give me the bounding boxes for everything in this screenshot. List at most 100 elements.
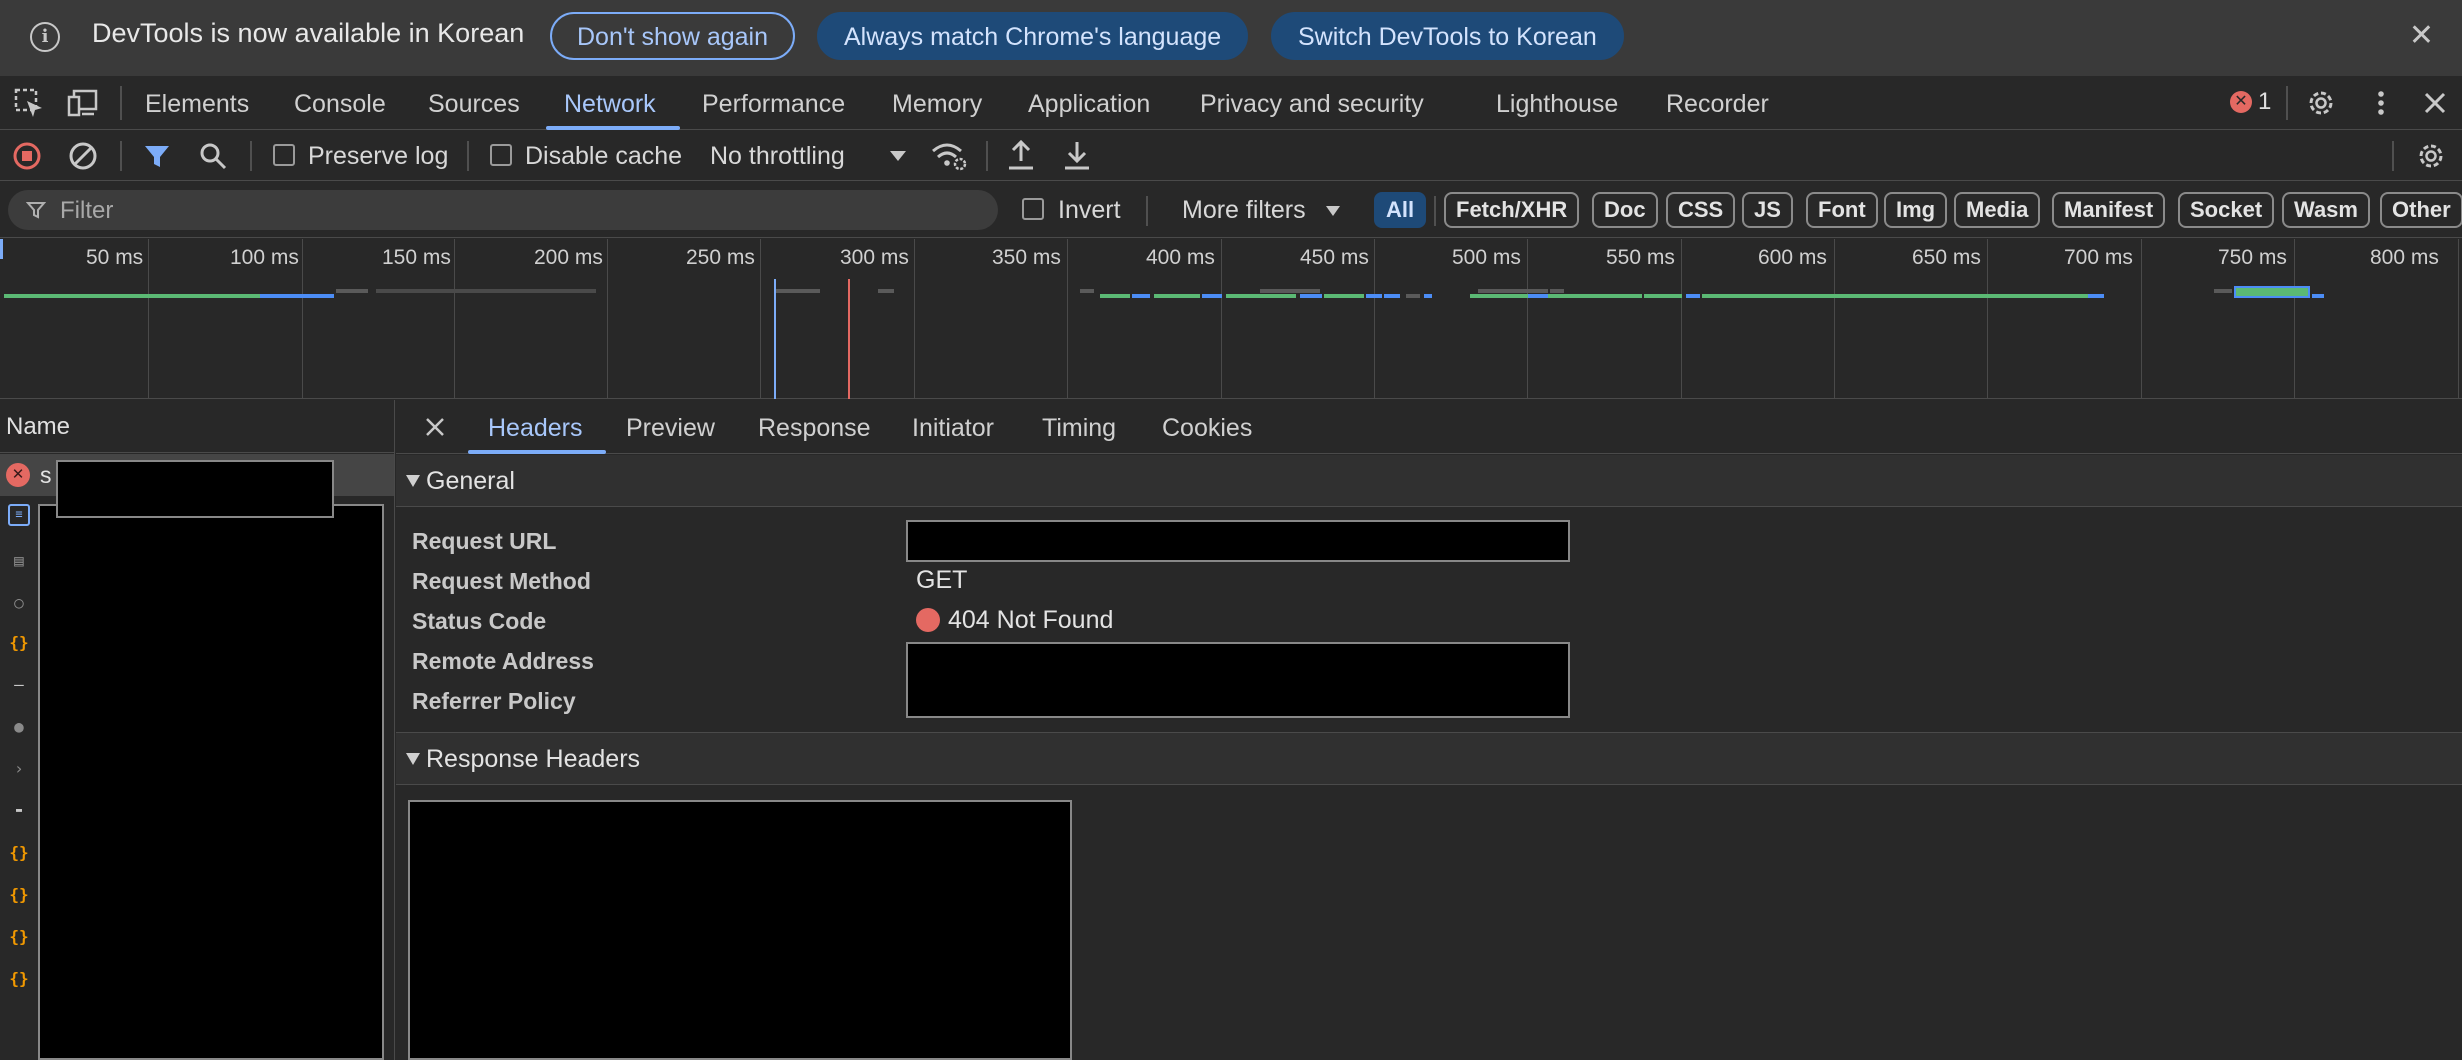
filter-chip-css[interactable]: CSS — [1666, 192, 1736, 228]
waterfall-bar — [1260, 289, 1320, 293]
close-details-icon[interactable] — [424, 416, 446, 438]
stop-recording-icon[interactable] — [12, 141, 42, 171]
tab-application[interactable]: Application — [1028, 90, 1150, 119]
waterfall-bar — [336, 289, 368, 293]
tab-memory[interactable]: Memory — [892, 90, 982, 119]
invert-checkbox[interactable] — [1022, 198, 1044, 220]
grid-line — [914, 239, 915, 399]
more-options-icon[interactable] — [2364, 86, 2398, 120]
toolbar-separator — [2392, 141, 2394, 171]
dont-show-again-button[interactable]: Don't show again — [550, 12, 796, 60]
expand-triangle-icon — [406, 753, 420, 765]
error-count: 1 — [2258, 88, 2272, 115]
tab-console[interactable]: Console — [294, 90, 386, 119]
settings-gear-icon[interactable] — [2304, 86, 2338, 120]
waterfall-bar — [1300, 294, 1322, 298]
error-counter[interactable]: ✕ 1 — [2230, 88, 2271, 116]
filter-chip-media[interactable]: Media — [1954, 192, 2041, 228]
name-column-header[interactable]: Name — [0, 400, 395, 453]
filter-chip-js[interactable]: JS — [1742, 192, 1793, 228]
filter-chip-img[interactable]: Img — [1884, 192, 1948, 228]
always-match-language-button[interactable]: Always match Chrome's language — [817, 12, 1249, 60]
inspect-element-icon[interactable] — [12, 86, 46, 120]
tab-recorder[interactable]: Recorder — [1666, 90, 1769, 119]
waterfall-bar — [4, 294, 260, 298]
expand-triangle-icon — [406, 475, 420, 487]
chevron-down-icon[interactable] — [1324, 204, 1342, 218]
chevron-down-icon[interactable] — [888, 149, 908, 163]
tick-label: 400 ms — [1146, 246, 1215, 269]
filter-bar: Filter Invert More filters All Fetch/XHR… — [0, 182, 2462, 238]
toolbar-separator — [986, 141, 988, 171]
network-conditions-icon[interactable] — [930, 139, 968, 173]
request-method-label: Request Method — [412, 568, 591, 594]
tab-lighthouse[interactable]: Lighthouse — [1496, 90, 1618, 119]
filter-chip-doc[interactable]: Doc — [1592, 192, 1658, 228]
throttling-select[interactable]: No throttling — [710, 142, 845, 171]
filter-chip-wasm[interactable]: Wasm — [2282, 192, 2370, 228]
tab-privacy-and-security[interactable]: Privacy and security — [1200, 90, 1424, 119]
name-column-label: Name — [6, 413, 71, 440]
filter-chip-other[interactable]: Other — [2380, 192, 2462, 228]
filter-chip-font[interactable]: Font — [1806, 192, 1878, 228]
search-icon[interactable] — [198, 141, 228, 171]
filter-funnel-icon — [26, 202, 46, 219]
network-settings-icon[interactable] — [2414, 139, 2448, 173]
tab-preview[interactable]: Preview — [626, 414, 715, 443]
tab-timing[interactable]: Timing — [1042, 414, 1116, 443]
tab-response[interactable]: Response — [758, 414, 871, 443]
fetch-icon: ○ — [14, 593, 24, 612]
waterfall-bar — [1406, 294, 1420, 298]
stylesheet-icon: ▤ — [14, 551, 24, 570]
invert-label: Invert — [1058, 196, 1121, 224]
filter-toggle-icon[interactable] — [142, 141, 172, 171]
clear-log-icon[interactable] — [68, 141, 98, 171]
redacted-remote-address-and-referrer — [906, 642, 1570, 718]
tick-label: 300 ms — [840, 246, 909, 269]
filter-chip-manifest[interactable]: Manifest — [2052, 192, 2166, 228]
import-har-icon[interactable] — [1006, 139, 1036, 171]
infobar-close-icon[interactable]: ✕ — [2409, 18, 2434, 53]
preserve-log-label: Preserve log — [308, 142, 449, 170]
tab-sources[interactable]: Sources — [428, 90, 520, 119]
tab-elements[interactable]: Elements — [145, 90, 249, 119]
request-list: Name ✕ s ≡ ▤ ○ {} – ● › ▬ {} {} {} {} — [0, 400, 395, 1060]
tab-initiator[interactable]: Initiator — [912, 414, 994, 443]
tab-performance[interactable]: Performance — [702, 90, 845, 119]
toolbar-separator — [120, 141, 122, 171]
switch-to-korean-button[interactable]: Switch DevTools to Korean — [1271, 12, 1624, 60]
image-icon: ● — [14, 717, 24, 736]
waterfall-bar — [878, 289, 894, 293]
filter-input[interactable]: Filter — [8, 190, 998, 230]
tabbar-separator — [2286, 86, 2288, 120]
script-icon: {} — [9, 927, 29, 946]
filter-chip-fetch-xhr[interactable]: Fetch/XHR — [1444, 192, 1580, 228]
network-overview-timeline[interactable]: 50 ms 100 ms 150 ms 200 ms 250 ms 300 ms… — [0, 239, 2462, 399]
filter-chip-socket[interactable]: Socket — [2178, 192, 2275, 228]
tick-label: 650 ms — [1912, 246, 1981, 269]
chevron-right-icon: › — [14, 759, 24, 778]
waterfall-bar — [1686, 294, 1700, 298]
waterfall-bar — [1470, 294, 1566, 298]
tab-headers[interactable]: Headers — [488, 414, 583, 443]
response-headers-section-header[interactable]: Response Headers — [396, 733, 2462, 785]
tabbar-separator — [120, 86, 122, 120]
redacted-response-headers — [408, 800, 1072, 1060]
waterfall-bar — [1550, 289, 1564, 293]
tick-label: 150 ms — [382, 246, 451, 269]
device-toolbar-icon[interactable] — [66, 86, 100, 120]
general-section-header[interactable]: General — [396, 455, 2462, 507]
close-devtools-icon[interactable] — [2418, 86, 2452, 120]
export-har-icon[interactable] — [1062, 139, 1092, 171]
waterfall-bar — [1644, 294, 1682, 298]
tab-network[interactable]: Network — [564, 90, 656, 119]
more-filters-dropdown[interactable]: More filters — [1182, 196, 1306, 225]
disable-cache-checkbox[interactable] — [490, 144, 512, 166]
filter-chip-all[interactable]: All — [1374, 192, 1427, 228]
document-icon: ≡ — [8, 504, 30, 526]
script-icon: {} — [9, 885, 29, 904]
preserve-log-checkbox[interactable] — [273, 144, 295, 166]
tab-cookies[interactable]: Cookies — [1162, 414, 1252, 443]
waterfall-bar — [776, 289, 820, 293]
timeline-left-handle[interactable] — [0, 239, 3, 259]
